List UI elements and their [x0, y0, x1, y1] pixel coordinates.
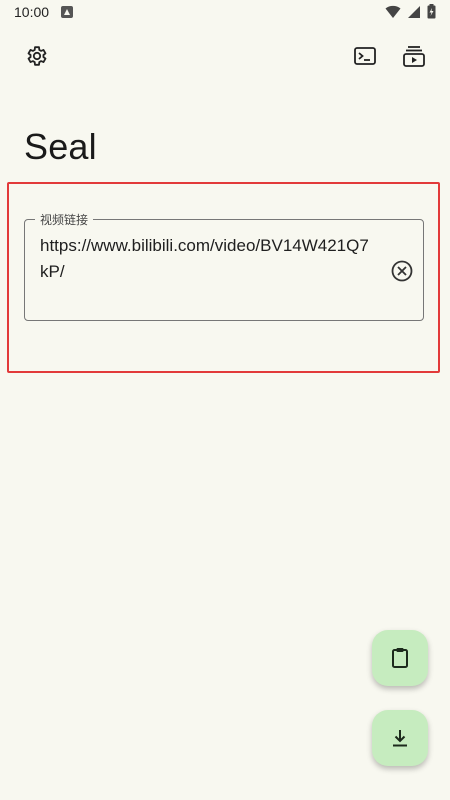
app-title: Seal [24, 126, 97, 167]
wifi-icon [385, 5, 401, 18]
settings-icon [27, 46, 47, 66]
settings-button[interactable] [23, 43, 49, 69]
paste-fab[interactable] [372, 630, 428, 686]
terminal-icon [354, 47, 376, 65]
status-bar: 10:00 [0, 0, 450, 26]
clear-circle-icon[interactable] [391, 260, 413, 282]
app-notification-icon [61, 6, 73, 18]
download-icon [393, 730, 407, 747]
downloads-queue-button[interactable] [401, 43, 427, 69]
playlist-icon [403, 46, 425, 67]
signal-icon [408, 5, 420, 18]
download-fab[interactable] [372, 710, 428, 766]
url-input-value[interactable]: https://www.bilibili.com/video/BV14W421Q… [40, 233, 370, 285]
status-icons [385, 4, 436, 19]
url-field-label: 视频链接 [35, 211, 94, 228]
battery-icon [427, 4, 436, 19]
status-time: 10:00 [14, 4, 50, 20]
video-url-field[interactable]: 视频链接 https://www.bilibili.com/video/BV14… [24, 211, 424, 321]
clipboard-icon [392, 648, 408, 668]
terminal-button[interactable] [352, 43, 378, 69]
